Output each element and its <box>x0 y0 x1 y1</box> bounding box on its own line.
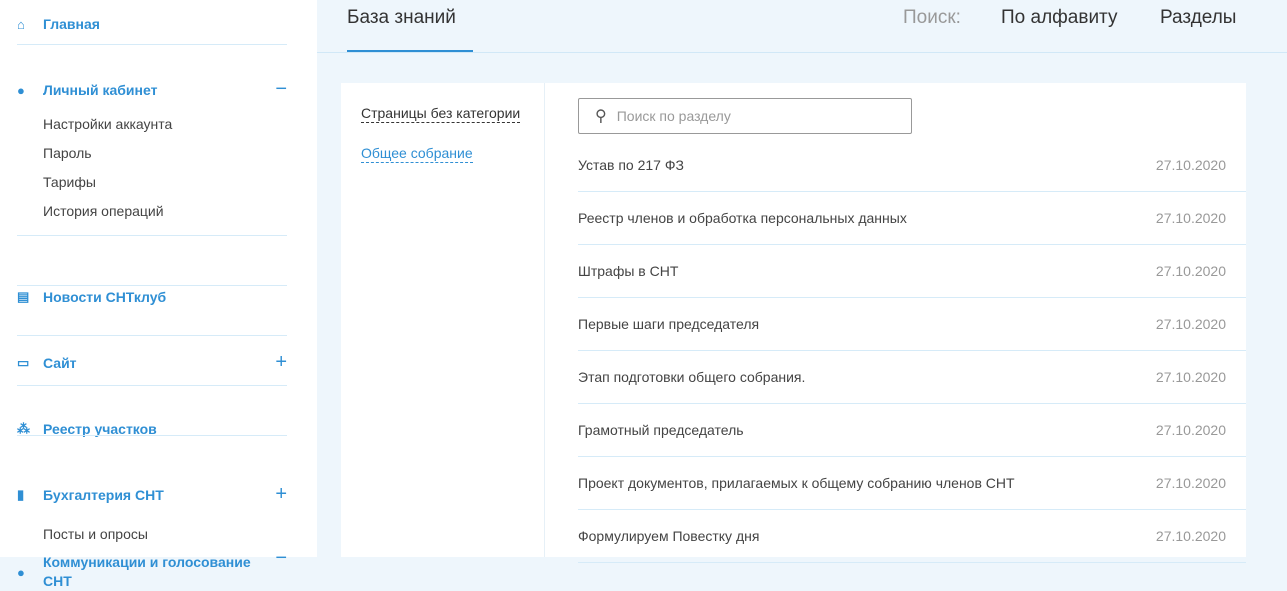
divider <box>17 235 287 236</box>
divider <box>17 44 287 45</box>
sections-link[interactable]: Разделы <box>1160 7 1236 29</box>
article-date: 27.10.2020 <box>1155 157 1226 173</box>
search-placeholder: Поиск по разделу <box>616 108 731 124</box>
nav-label: Коммуникации и голосование СНТ <box>43 554 251 589</box>
article-title[interactable]: Устав по 217 ФЗ <box>578 157 684 173</box>
header-divider <box>317 52 1287 53</box>
divider <box>17 385 287 386</box>
article-title[interactable]: Формулируем Повестку дня <box>578 528 759 544</box>
nav-password[interactable]: Пароль <box>43 145 92 161</box>
nav-site[interactable]: ▭ Сайт + <box>17 351 287 373</box>
monitor-icon: ▭ <box>17 355 30 370</box>
article-row[interactable]: Формулируем Повестку дня 27.10.2020 <box>578 510 1246 563</box>
article-row[interactable]: Проект документов, прилагаемых к общему … <box>578 457 1246 510</box>
article-row[interactable]: Реестр членов и обработка персональных д… <box>578 192 1246 245</box>
divider <box>17 435 287 436</box>
collapse-icon[interactable]: − <box>275 78 287 101</box>
nav-account[interactable]: ● Личный кабинет − <box>17 78 287 100</box>
nav-history[interactable]: История операций <box>43 203 164 219</box>
nav-label: Главная <box>43 16 100 32</box>
chat-icon: ● <box>17 564 25 580</box>
category-item[interactable]: Общее собрание <box>361 145 473 163</box>
category-list: Страницы без категории Общее собрание <box>341 83 545 557</box>
article-date: 27.10.2020 <box>1155 210 1226 226</box>
newspaper-icon: ▤ <box>17 289 30 304</box>
nav-label: Новости СНТклуб <box>43 289 167 305</box>
article-date: 27.10.2020 <box>1155 263 1226 279</box>
article-row[interactable]: Устав по 217 ФЗ 27.10.2020 <box>578 139 1246 192</box>
book-icon: ▮ <box>17 487 25 502</box>
article-title[interactable]: Штрафы в СНТ <box>578 263 678 279</box>
nav-label: Личный кабинет <box>43 82 158 98</box>
nav-communications[interactable]: ● Коммуникации и голосование СНТ − <box>17 548 287 591</box>
expand-icon[interactable]: + <box>275 351 287 374</box>
search-label: Поиск: <box>903 7 961 28</box>
home-icon: ⌂ <box>17 16 25 32</box>
article-title[interactable]: Этап подготовки общего собрания. <box>578 369 805 385</box>
alphabet-link[interactable]: По алфавиту <box>1001 7 1117 29</box>
article-title[interactable]: Реестр членов и обработка персональных д… <box>578 210 907 226</box>
divider <box>17 285 287 286</box>
nav-label: Бухгалтерия СНТ <box>43 487 164 503</box>
nav-label: Сайт <box>43 355 77 371</box>
nav-news[interactable]: ▤ Новости СНТклуб <box>17 289 287 305</box>
article-date: 27.10.2020 <box>1155 475 1226 491</box>
nav-tariffs[interactable]: Тарифы <box>43 174 96 190</box>
collapse-icon[interactable]: − <box>275 548 287 568</box>
divider <box>17 335 287 336</box>
article-title[interactable]: Грамотный председатель <box>578 422 744 438</box>
article-date: 27.10.2020 <box>1155 369 1226 385</box>
section-search-input[interactable]: ⚲ Поиск по разделу <box>578 98 912 134</box>
sidebar: ⌂ Главная ● Личный кабинет − Настройки акка… <box>0 0 317 589</box>
article-title[interactable]: Первые шаги председателя <box>578 316 759 332</box>
article-date: 27.10.2020 <box>1155 422 1226 438</box>
article-row[interactable]: Этап подготовки общего собрания. 27.10.20… <box>578 351 1246 404</box>
article-date: 27.10.2020 <box>1155 316 1226 332</box>
article-row[interactable]: Грамотный председатель 27.10.2020 <box>578 404 1246 457</box>
knowledge-card: Страницы без категории Общее собрание ⚲ … <box>341 83 1246 563</box>
expand-icon[interactable]: + <box>275 483 287 506</box>
article-date: 27.10.2020 <box>1155 528 1226 544</box>
article-row[interactable]: Штрафы в СНТ 27.10.2020 <box>578 245 1246 298</box>
nav-home[interactable]: ⌂ Главная <box>17 16 287 32</box>
search-icon: ⚲ <box>595 108 607 125</box>
category-item[interactable]: Страницы без категории <box>361 105 521 123</box>
nav-posts[interactable]: Посты и опросы <box>43 526 148 542</box>
page-title[interactable]: База знаний <box>347 7 456 29</box>
nav-accounting[interactable]: ▮ Бухгалтерия СНТ + <box>17 483 287 505</box>
article-row[interactable]: Первые шаги председателя 27.10.2020 <box>578 298 1246 351</box>
nav-account-settings[interactable]: Настройки аккаунта <box>43 116 172 132</box>
article-title[interactable]: Проект документов, прилагаемых к общему … <box>578 475 1015 491</box>
user-circle-icon: ● <box>17 82 25 98</box>
